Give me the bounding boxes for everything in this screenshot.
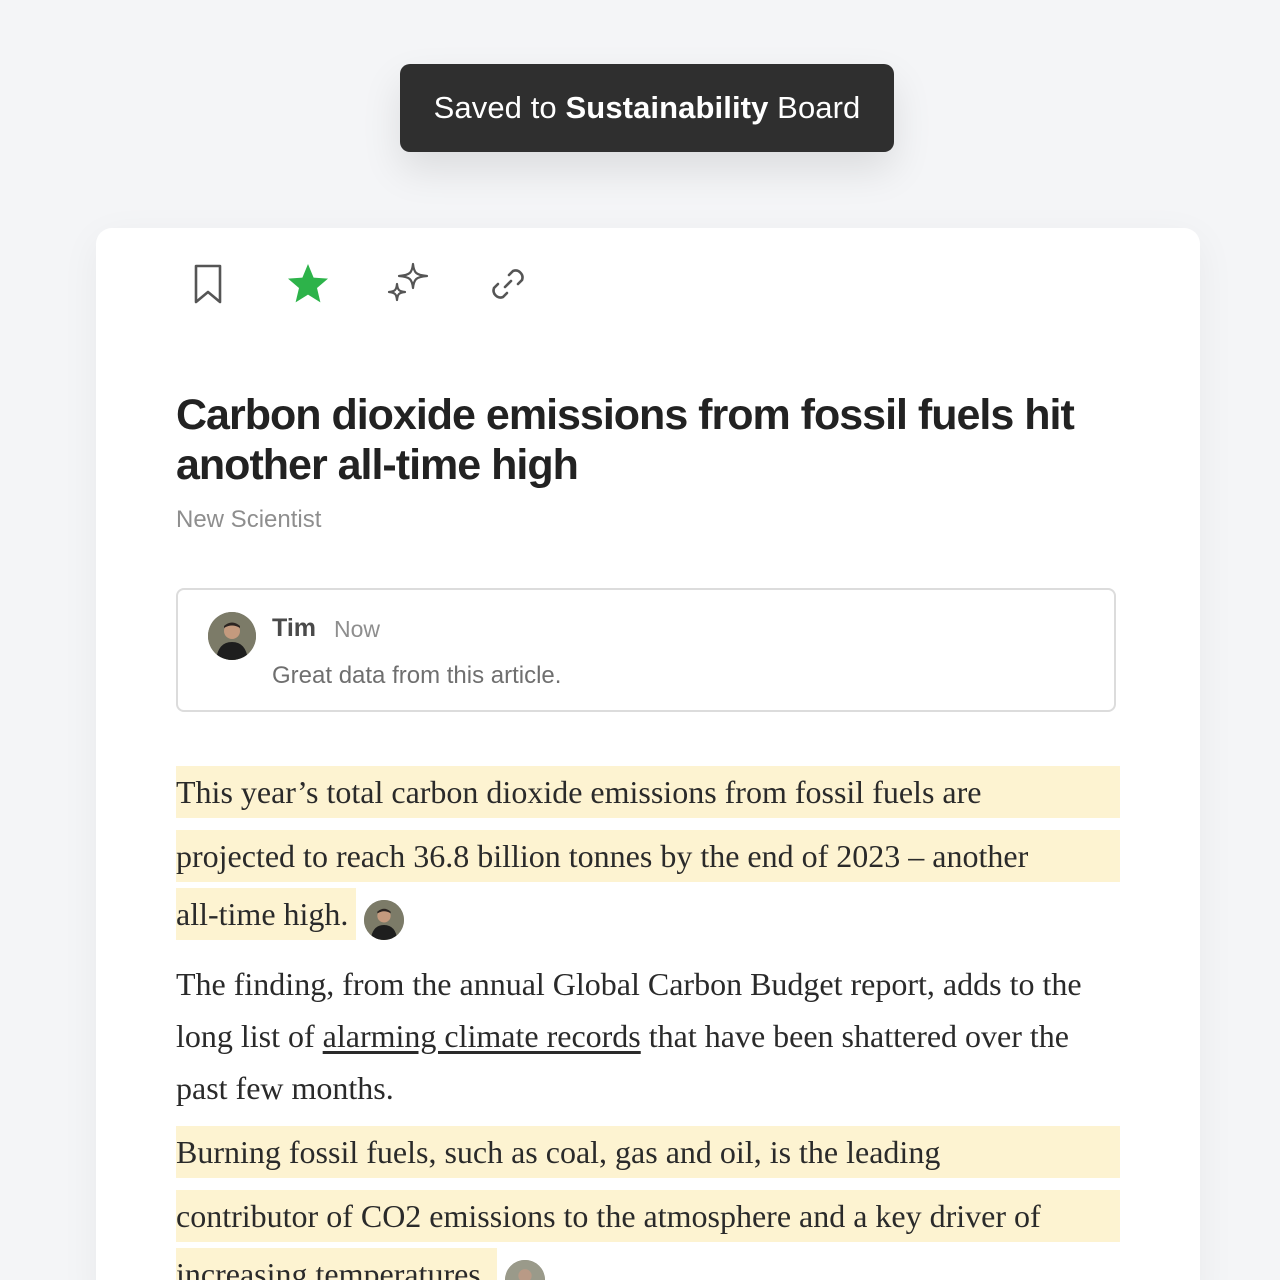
climate-records-link[interactable]: alarming climate records	[323, 1018, 641, 1054]
link-icon	[492, 269, 524, 299]
article-body: This year’s total carbon dioxide emissio…	[176, 766, 1120, 1280]
favorite-button[interactable]	[276, 258, 340, 310]
article-source: New Scientist	[176, 506, 322, 533]
comment-time: Now	[334, 616, 381, 642]
highlight-commenter-avatar[interactable]	[504, 1260, 545, 1280]
avatar	[208, 612, 256, 660]
highlight-line-end: all-time high.	[176, 888, 1120, 946]
copy-link-button[interactable]	[476, 258, 540, 310]
highlight-line[interactable]: This year’s total carbon dioxide emissio…	[176, 766, 1120, 818]
highlight-line[interactable]: projected to reach 36.8 billion tonnes b…	[176, 830, 1120, 882]
highlight-line[interactable]: Burning fossil fuels, such as coal, gas …	[176, 1126, 1120, 1178]
toast-suffix: Board	[768, 90, 861, 125]
highlight-line-end: increasing temperatures.	[176, 1248, 1120, 1280]
highlight-line[interactable]: increasing temperatures.	[176, 1248, 497, 1280]
article-title: Carbon dioxide emissions from fossil fue…	[176, 391, 1075, 489]
saved-toast: Saved to Sustainability Board	[400, 64, 894, 152]
highlight-line[interactable]: contributor of CO2 emissions to the atmo…	[176, 1190, 1120, 1242]
star-icon	[288, 264, 328, 303]
article-toolbar	[176, 258, 576, 310]
comment-text: Great data from this article.	[272, 662, 562, 689]
toast-board-name: Sustainability	[565, 90, 769, 125]
article-card: Carbon dioxide emissions from fossil fue…	[96, 228, 1200, 1280]
sparkles-icon	[387, 262, 429, 302]
ai-button[interactable]	[376, 258, 440, 310]
highlight-line[interactable]: all-time high.	[176, 888, 357, 940]
app-frame: Saved to Sustainability Board Carbon dio…	[0, 0, 1280, 1280]
article-paragraph: The finding, from the annual Global Carb…	[176, 958, 1120, 1114]
bookmark-button[interactable]	[176, 258, 240, 310]
comment-card: Tim Now Great data from this article.	[176, 588, 1116, 712]
highlight-commenter-avatar[interactable]	[364, 900, 405, 940]
toast-prefix: Saved to	[433, 90, 566, 125]
bookmark-icon	[194, 264, 222, 304]
comment-author: Tim	[272, 614, 316, 642]
